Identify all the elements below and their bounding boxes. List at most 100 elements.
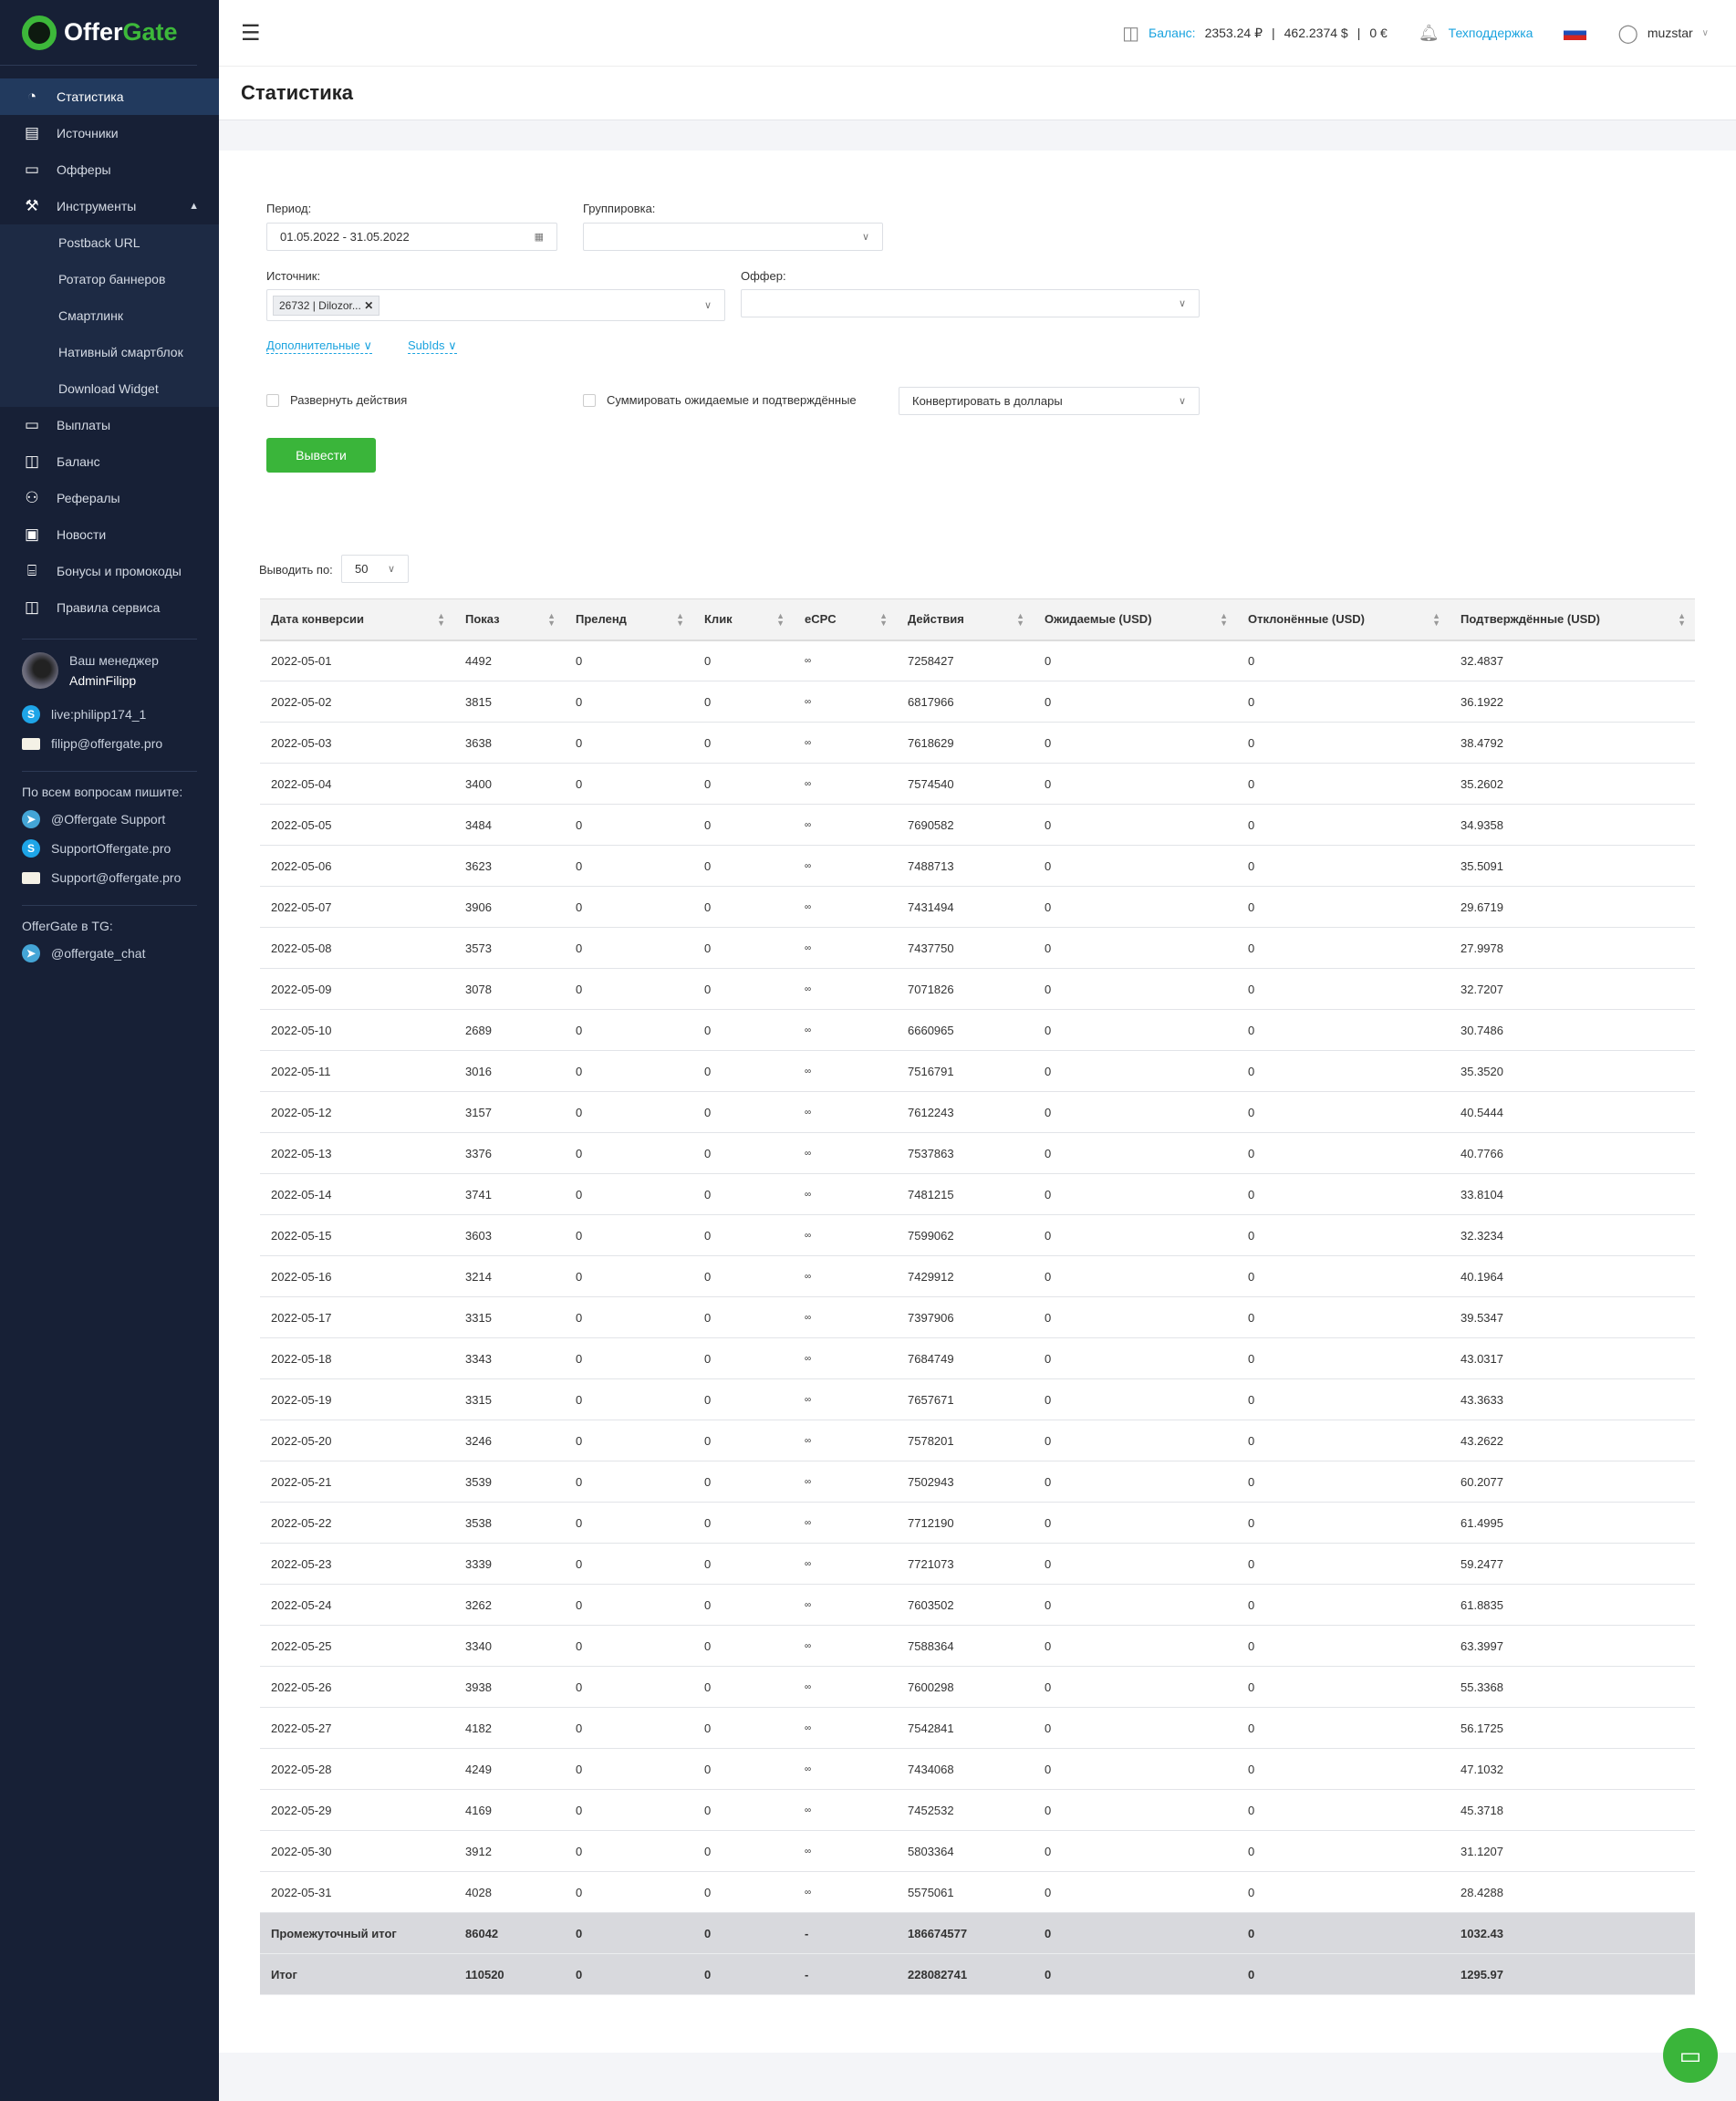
table-cell: 2022-05-05 <box>260 804 454 846</box>
table-row: 2022-05-15 3603 0 0 ∞ 7599062 0 0 32.3234 <box>260 1214 1695 1256</box>
sidebar-subitem-download-widget[interactable]: Download Widget <box>0 370 219 407</box>
table-cell: 3912 <box>454 1830 565 1872</box>
sidebar-item-balance[interactable]: ◫ Баланс <box>0 443 219 480</box>
sort-icon[interactable]: ▲ ▼ <box>547 612 556 628</box>
offer-select[interactable]: ∨ <box>741 289 1200 317</box>
sum-pending-checkbox[interactable]: Суммировать ожидаемые и подтверждённые <box>583 393 857 407</box>
expand-actions-checkbox[interactable]: Развернуть действия <box>266 393 407 407</box>
support-telegram[interactable]: ➤ @Offergate Support <box>22 805 197 834</box>
convert-select[interactable]: Конвертировать в доллары ∨ <box>899 387 1200 415</box>
column-header[interactable]: Дата конверсии ▲ ▼ <box>260 598 454 641</box>
table-cell: 61.8835 <box>1450 1584 1695 1626</box>
sidebar-item-sources[interactable]: ▤ Источники <box>0 115 219 151</box>
table-cell: 0 <box>565 1789 693 1831</box>
sidebar-item-rules[interactable]: ◫ Правила сервиса <box>0 589 219 626</box>
support-email[interactable]: Support@offergate.pro <box>22 863 197 892</box>
column-header[interactable]: Преленд ▲ ▼ <box>565 598 693 641</box>
table-cell: 2022-05-13 <box>260 1132 454 1174</box>
per-page-select[interactable]: 50 ∨ <box>341 555 409 583</box>
column-header-label: eCPC <box>805 612 837 627</box>
sidebar-item-tools[interactable]: ⚒ Инструменты ▲ <box>0 188 219 224</box>
balance-usd: 462.2374 $ <box>1284 26 1348 40</box>
submit-button[interactable]: Вывести <box>266 438 376 473</box>
table-cell: 40.1964 <box>1450 1255 1695 1297</box>
table-cell: 2022-05-07 <box>260 886 454 928</box>
sidebar-item-bonuses[interactable]: ⌸ Бонусы и промокоды <box>0 553 219 589</box>
sort-icon[interactable]: ▲ ▼ <box>879 612 888 628</box>
sort-icon[interactable]: ▲ ▼ <box>437 612 445 628</box>
support-skype[interactable]: S SupportOffergate.pro <box>22 834 197 863</box>
chat-widget-button[interactable]: ▭ <box>1663 2028 1718 2083</box>
column-header[interactable]: Клик ▲ ▼ <box>693 598 794 641</box>
table-cell: 0 <box>1034 1789 1237 1831</box>
window-icon: ▤ <box>24 124 40 141</box>
table-cell: 7452532 <box>897 1789 1034 1831</box>
checkbox-box[interactable] <box>266 393 279 407</box>
table-cell: 0 <box>565 968 693 1010</box>
table-cell: 0 <box>1237 1625 1450 1667</box>
user-menu[interactable]: muzstar <box>1648 26 1693 40</box>
sort-icon[interactable]: ▲ ▼ <box>1016 612 1024 628</box>
russian-flag-icon[interactable] <box>1564 26 1587 40</box>
sidebar-subitem-banner-rotator[interactable]: Ротатор баннеров <box>0 261 219 297</box>
table-cell: 0 <box>1237 1830 1450 1872</box>
table-cell: 0 <box>1237 1420 1450 1461</box>
table-cell: 0 <box>693 1912 794 1954</box>
source-select[interactable]: 26732 | Dilozor... ✕ ∨ <box>266 289 725 321</box>
table-cell: 0 <box>1237 722 1450 764</box>
period-input[interactable]: 01.05.2022 - 31.05.2022 ▦ <box>266 223 557 251</box>
additional-dropdown[interactable]: Дополнительные ∨ <box>266 338 373 354</box>
sort-icon[interactable]: ▲ ▼ <box>776 612 785 628</box>
subids-dropdown[interactable]: SubIds ∨ <box>408 338 457 354</box>
table-row: 2022-05-17 3315 0 0 ∞ 7397906 0 0 39.5347 <box>260 1296 1695 1338</box>
column-header[interactable]: eCPC ▲ ▼ <box>794 598 897 641</box>
sort-icon[interactable]: ▲ ▼ <box>1220 612 1228 628</box>
page-title: Статистика <box>241 81 353 104</box>
table-cell: 7481215 <box>897 1173 1034 1215</box>
table-cell: 0 <box>1034 1584 1237 1626</box>
table-cell: 2022-05-23 <box>260 1543 454 1585</box>
logo[interactable]: OfferGate <box>0 0 197 66</box>
sidebar-item-payouts[interactable]: ▭ Выплаты <box>0 407 219 443</box>
sidebar-item-offers[interactable]: ▭ Офферы <box>0 151 219 188</box>
remove-tag-icon[interactable]: ✕ <box>364 299 373 312</box>
column-header[interactable]: Действия ▲ ▼ <box>897 598 1034 641</box>
checkbox-box[interactable] <box>583 393 596 407</box>
manager-skype[interactable]: Slive:philipp174_1 <box>22 700 197 729</box>
sort-icon[interactable]: ▲ ▼ <box>1678 612 1686 628</box>
support-link[interactable]: Техподдержка <box>1449 26 1533 40</box>
table-cell: 0 <box>693 1296 794 1338</box>
column-header[interactable]: Подтверждённые (USD) ▲ ▼ <box>1450 598 1695 641</box>
column-header[interactable]: Ожидаемые (USD) ▲ ▼ <box>1034 598 1237 641</box>
table-cell: 0 <box>1237 1173 1450 1215</box>
manager-avatar <box>22 652 58 689</box>
sidebar-subitem-smartlink[interactable]: Смартлинк <box>0 297 219 334</box>
table-cell: 0 <box>1237 1912 1450 1954</box>
logo-text-b: Gate <box>122 18 178 46</box>
sidebar-item-statistics[interactable]: ◔ Статистика <box>0 78 219 115</box>
sidebar-item-label: Нативный смартблок <box>58 345 183 359</box>
table-cell: 0 <box>1034 722 1237 764</box>
sort-icon[interactable]: ▲ ▼ <box>1432 612 1440 628</box>
tg-chat-link[interactable]: ➤ @offergate_chat <box>22 939 197 968</box>
table-cell: 0 <box>693 1337 794 1379</box>
sidebar-subitem-postback[interactable]: Postback URL <box>0 224 219 261</box>
manager-email[interactable]: filipp@offergate.pro <box>22 729 197 758</box>
hamburger-menu-icon[interactable]: ☰ <box>241 20 265 47</box>
table-row: 2022-05-11 3016 0 0 ∞ 7516791 0 0 35.3520 <box>260 1050 1695 1092</box>
column-header[interactable]: Отклонённые (USD) ▲ ▼ <box>1237 598 1450 641</box>
sort-icon[interactable]: ▲ ▼ <box>676 612 684 628</box>
sidebar-item-news[interactable]: ▣ Новости <box>0 516 219 553</box>
sidebar-subitem-native-smartblock[interactable]: Нативный смартблок <box>0 334 219 370</box>
table-cell: 43.3633 <box>1450 1378 1695 1420</box>
table-row: 2022-05-28 4249 0 0 ∞ 7434068 0 0 47.1032 <box>260 1748 1695 1790</box>
table-cell: 3262 <box>454 1584 565 1626</box>
grouping-select[interactable]: ∨ <box>583 223 883 251</box>
column-header[interactable]: Показ ▲ ▼ <box>454 598 565 641</box>
table-cell: 0 <box>693 1132 794 1174</box>
bell-icon[interactable]: 🔔︎ <box>1419 24 1440 43</box>
chevron-down-icon[interactable]: ∨ <box>1702 28 1709 38</box>
table-cell: 186674577 <box>897 1912 1034 1954</box>
sidebar-item-referrals[interactable]: ⚇ Рефералы <box>0 480 219 516</box>
table-cell: 3400 <box>454 763 565 805</box>
